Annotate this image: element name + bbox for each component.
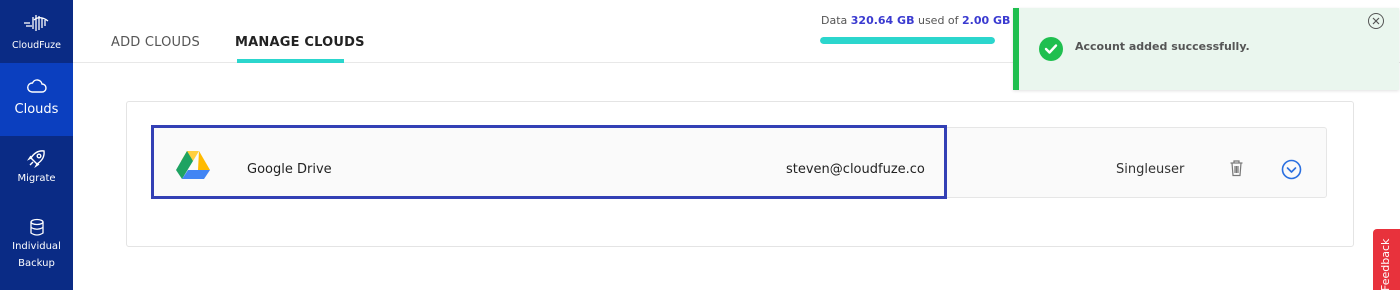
feedback-label: Feedback bbox=[1379, 238, 1392, 290]
sidebar-item-label: Backup bbox=[18, 258, 55, 269]
usage-total: 2.00 GB bbox=[962, 14, 1011, 27]
storage-usage-bar bbox=[820, 37, 995, 44]
storage-usage-text: Data 320.64 GB used of 2.00 GB bbox=[821, 14, 1010, 27]
usage-used: 320.64 GB bbox=[850, 14, 915, 27]
sidebar-item-individual-backup[interactable]: Individual Backup bbox=[0, 206, 73, 290]
usage-prefix: Data bbox=[821, 14, 848, 27]
storage-usage-fill bbox=[820, 37, 995, 44]
sidebar: CloudFuze Clouds Migrate Individual Back… bbox=[0, 0, 73, 290]
tab-manage-clouds[interactable]: MANAGE CLOUDS bbox=[235, 35, 365, 50]
check-circle-icon bbox=[1039, 37, 1063, 61]
sidebar-item-label: Clouds bbox=[14, 102, 59, 117]
database-icon bbox=[0, 218, 73, 237]
google-drive-icon bbox=[176, 150, 210, 184]
cloud-email: steven@cloudfuze.co bbox=[786, 162, 925, 177]
chevron-down-circle-icon[interactable] bbox=[1281, 159, 1302, 184]
toast-message: Account added successfully. bbox=[1075, 40, 1250, 53]
close-circle-icon[interactable] bbox=[1368, 13, 1384, 29]
sidebar-item-migrate[interactable]: Migrate bbox=[0, 136, 73, 206]
active-tab-indicator bbox=[237, 59, 344, 63]
brand-name: CloudFuze bbox=[12, 40, 61, 51]
sidebar-item-clouds[interactable]: Clouds bbox=[0, 63, 73, 136]
cloud-name: Google Drive bbox=[247, 162, 332, 177]
sidebar-item-label: Migrate bbox=[17, 173, 56, 184]
cloudfuze-logo-icon bbox=[24, 15, 49, 31]
feedback-button[interactable]: Feedback bbox=[1373, 229, 1400, 290]
brand-logo[interactable]: CloudFuze bbox=[0, 0, 73, 63]
rocket-icon bbox=[0, 148, 73, 168]
sidebar-item-label: Individual bbox=[12, 241, 61, 252]
cloud-icon bbox=[0, 79, 73, 93]
trash-icon[interactable] bbox=[1229, 159, 1244, 181]
tab-add-clouds[interactable]: ADD CLOUDS bbox=[111, 35, 200, 50]
success-toast: Account added successfully. bbox=[1013, 8, 1399, 90]
cloud-user-type: Singleuser bbox=[1116, 162, 1185, 177]
usage-middle: used of bbox=[917, 14, 959, 27]
